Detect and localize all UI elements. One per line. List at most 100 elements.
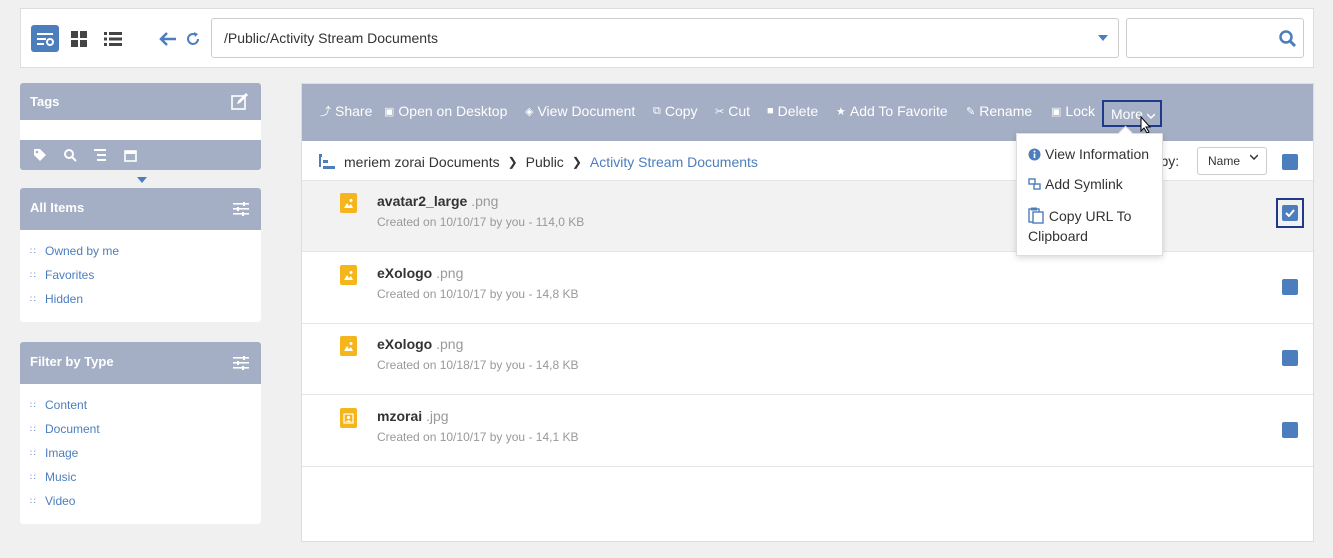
list-view-button[interactable] — [99, 25, 127, 52]
image-file-icon — [340, 265, 357, 285]
image-link[interactable]: Image — [45, 446, 78, 460]
mouse-cursor-icon — [1140, 116, 1152, 134]
document-link[interactable]: Document — [45, 422, 100, 436]
lock-button[interactable]: ▣ Lock — [1051, 103, 1095, 119]
content-link[interactable]: Content — [45, 398, 87, 412]
grid-view-button[interactable] — [65, 25, 93, 52]
table-row[interactable]: mzorai .jpg Created on 10/10/17 by you -… — [302, 396, 1313, 467]
chevron-down-icon — [1250, 154, 1258, 160]
filter-settings-icon[interactable] — [233, 202, 249, 216]
list-item-favorites[interactable]: ∷ Favorites — [30, 268, 261, 292]
favorites-link[interactable]: Favorites — [45, 268, 94, 282]
list-item-video[interactable]: ∷ Video — [30, 494, 261, 518]
file-name[interactable]: avatar2_large .png — [377, 193, 498, 209]
all-items-title: All Items — [30, 200, 85, 215]
view-information-item[interactable]: View Information — [1028, 144, 1149, 164]
edit-icon[interactable] — [231, 93, 249, 110]
rename-button[interactable]: ✎ Rename — [966, 103, 1032, 119]
more-button[interactable]: More — [1102, 100, 1162, 127]
star-icon: ★ — [836, 105, 846, 118]
all-items-header: All Items — [20, 188, 261, 230]
table-row[interactable]: eXologo .png Created on 10/18/17 by you … — [302, 324, 1313, 395]
sort-value: Name — [1208, 154, 1241, 168]
all-items-panel: All Items ∷ Owned by me ∷ Favorites ∷ Hidde… — [20, 188, 261, 322]
music-link[interactable]: Music — [45, 470, 76, 484]
info-icon — [1028, 148, 1041, 161]
breadcrumb-public[interactable]: Public — [526, 154, 564, 170]
row-checkbox[interactable] — [1276, 198, 1304, 228]
admin-view-icon — [37, 32, 54, 46]
arrow-left-icon — [159, 31, 176, 46]
file-meta: Created on 10/10/17 by you - 114,0 KB — [377, 215, 585, 229]
collapse-arrow-icon[interactable] — [137, 177, 147, 183]
add-symlink-item[interactable]: Add Symlink — [1028, 174, 1123, 194]
file-meta: Created on 10/10/17 by you - 14,8 KB — [377, 287, 579, 301]
filter-by-type-title: Filter by Type — [30, 354, 114, 369]
search-icon[interactable] — [1279, 30, 1297, 48]
tags-panel-header: Tags — [20, 83, 261, 120]
scissors-icon: ✂ — [715, 105, 725, 118]
list-item-content[interactable]: ∷ Content — [30, 398, 261, 422]
search-input[interactable] — [1126, 18, 1304, 58]
image-file-icon — [340, 193, 357, 213]
chevron-down-icon[interactable] — [1098, 35, 1108, 41]
file-name[interactable]: eXologo .png — [377, 265, 463, 281]
list-item-document[interactable]: ∷ Document — [30, 422, 261, 446]
clipboard-icon — [1028, 207, 1044, 224]
breadcrumb-root[interactable]: meriem zorai Documents — [344, 154, 500, 170]
file-name[interactable]: eXologo .png — [377, 336, 463, 352]
tag-icon[interactable] — [32, 147, 48, 163]
drive-tree-icon — [319, 154, 335, 169]
list-item-hidden[interactable]: ∷ Hidden — [30, 292, 261, 316]
filter-settings-icon[interactable] — [233, 356, 249, 370]
open-external-icon: ▣ — [384, 105, 395, 118]
copy-icon: ⧉ — [653, 104, 661, 117]
list-item-owned[interactable]: ∷ Owned by me — [30, 244, 261, 268]
copy-button[interactable]: ⧉ Copy — [653, 103, 698, 119]
table-row[interactable]: eXologo .png Created on 10/10/17 by you … — [302, 253, 1313, 324]
row-checkbox[interactable] — [1282, 350, 1298, 366]
sort-select[interactable]: Name — [1197, 147, 1267, 175]
row-checkbox[interactable] — [1282, 279, 1298, 295]
chevron-right-icon: ❯ — [571, 155, 582, 169]
filter-by-type-panel: Filter by Type ∷ Content ∷ Document ∷ Image… — [20, 342, 261, 524]
share-icon: ⤴ — [320, 106, 331, 118]
select-all-checkbox[interactable] — [1282, 154, 1298, 170]
address-path: /Public/Activity Stream Documents — [224, 30, 438, 46]
copy-url-item[interactable]: Copy URL To Clipboard — [1028, 206, 1131, 246]
delete-button[interactable]: ■ Delete — [767, 103, 818, 119]
row-checkbox[interactable] — [1282, 422, 1298, 438]
address-bar[interactable]: /Public/Activity Stream Documents — [211, 18, 1119, 58]
tree-icon[interactable] — [92, 147, 108, 163]
owned-by-me-link[interactable]: Owned by me — [45, 244, 119, 258]
hidden-link[interactable]: Hidden — [45, 292, 83, 306]
tags-title: Tags — [30, 94, 60, 109]
list-item-music[interactable]: ∷ Music — [30, 470, 261, 494]
video-link[interactable]: Video — [45, 494, 75, 508]
view-document-button[interactable]: ◈ View Document — [525, 103, 635, 119]
add-favorite-button[interactable]: ★ Add To Favorite — [836, 103, 948, 119]
image-file-icon — [340, 336, 357, 356]
calendar-icon[interactable] — [122, 147, 138, 163]
all-items-list: ∷ Owned by me ∷ Favorites ∷ Hidden — [20, 230, 261, 316]
list-view-icon — [104, 31, 122, 46]
filter-by-type-header: Filter by Type — [20, 342, 261, 384]
back-button[interactable] — [154, 25, 182, 52]
checkmark-icon — [1282, 205, 1298, 221]
open-desktop-button[interactable]: ▣ Open on Desktop — [384, 103, 507, 119]
file-name[interactable]: mzorai .jpg — [377, 408, 449, 424]
list-item-image[interactable]: ∷ Image — [30, 446, 261, 470]
layers-icon: ◈ — [525, 105, 534, 118]
cut-button[interactable]: ✂ Cut — [715, 103, 750, 119]
refresh-button[interactable] — [179, 25, 207, 52]
share-button[interactable]: ⤴ Share — [320, 103, 372, 119]
admin-view-button[interactable] — [31, 25, 59, 52]
chevron-right-icon: ❯ — [507, 155, 518, 169]
trash-icon: ■ — [767, 105, 774, 117]
breadcrumb-current[interactable]: Activity Stream Documents — [590, 154, 758, 170]
search-tag-icon[interactable] — [62, 147, 78, 163]
rename-icon: ✎ — [966, 105, 976, 118]
file-meta: Created on 10/18/17 by you - 14,8 KB — [377, 358, 579, 372]
top-toolbar: /Public/Activity Stream Documents — [20, 8, 1314, 68]
tags-panel: Tags — [20, 83, 261, 170]
